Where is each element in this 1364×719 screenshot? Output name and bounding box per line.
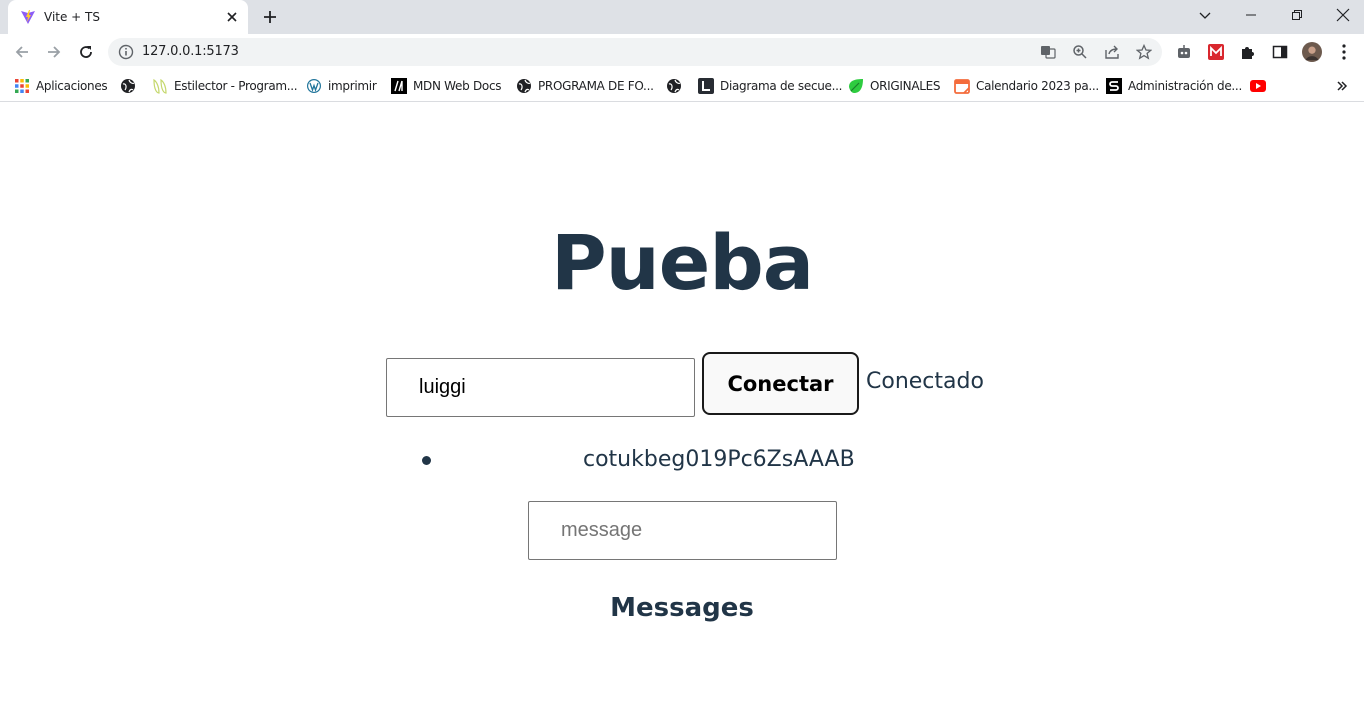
mdn-icon bbox=[391, 78, 407, 94]
globe-icon bbox=[121, 79, 135, 93]
s-logo-icon bbox=[1106, 78, 1122, 94]
bookmark-calendario[interactable]: Calendario 2023 pa... bbox=[954, 76, 1099, 96]
restore-icon[interactable] bbox=[1274, 0, 1320, 30]
forward-icon[interactable] bbox=[43, 41, 65, 63]
message-input[interactable] bbox=[528, 501, 837, 560]
translate-icon[interactable] bbox=[1040, 44, 1056, 60]
minimize-icon[interactable] bbox=[1228, 0, 1274, 30]
bookmark-estilector[interactable]: Estilector - Program... bbox=[152, 76, 298, 96]
bookmark-mdn[interactable]: MDN Web Docs bbox=[391, 76, 502, 96]
messages-heading: Messages bbox=[610, 593, 754, 623]
address-bar[interactable]: 127.0.0.1:5173 bbox=[108, 38, 1162, 66]
close-icon[interactable] bbox=[224, 9, 240, 25]
star-icon[interactable] bbox=[1136, 44, 1152, 60]
bookmark-imprimir[interactable]: imprimir bbox=[306, 76, 377, 96]
url-text: 127.0.0.1:5173 bbox=[142, 44, 239, 59]
calendar-icon bbox=[954, 79, 970, 94]
bookmark-label: Estilector - Program... bbox=[174, 79, 298, 93]
browser-tab[interactable]: Vite + TS bbox=[8, 0, 248, 34]
leaf-icon bbox=[849, 79, 863, 93]
robot-extension-icon[interactable] bbox=[1174, 42, 1194, 62]
apps-grid-icon bbox=[15, 79, 29, 93]
bookmark-label: Diagrama de secue... bbox=[720, 79, 843, 93]
zoom-icon[interactable] bbox=[1072, 44, 1088, 60]
connection-status: Conectado bbox=[866, 369, 984, 394]
tab-search-icon[interactable] bbox=[1182, 0, 1228, 30]
connect-button[interactable]: Conectar bbox=[702, 352, 859, 415]
bookmarks-bar: Aplicaciones Estilector - Program... imp… bbox=[0, 70, 1364, 102]
bookmark-administracion[interactable]: Administración de... bbox=[1106, 76, 1242, 96]
bookmark-label: Calendario 2023 pa... bbox=[976, 79, 1099, 93]
bookmark-label: PROGRAMA DE FO... bbox=[538, 79, 654, 93]
client-id-list-item: cotukbeg019Pc6ZsAAAB bbox=[583, 447, 855, 472]
reload-icon[interactable] bbox=[75, 41, 97, 63]
window-close-icon[interactable] bbox=[1320, 0, 1364, 30]
wordpress-icon bbox=[307, 79, 321, 93]
globe-icon bbox=[667, 79, 681, 93]
vite-logo-icon bbox=[21, 10, 35, 24]
username-input[interactable] bbox=[386, 358, 695, 417]
browser-toolbar: 127.0.0.1:5173 bbox=[0, 34, 1364, 70]
bookmark-youtube[interactable] bbox=[1250, 76, 1266, 96]
list-bullet bbox=[422, 456, 431, 465]
profile-avatar[interactable] bbox=[1302, 42, 1322, 62]
bookmark-label: Aplicaciones bbox=[36, 79, 108, 93]
bookmark-label: ORIGINALES bbox=[870, 79, 941, 93]
estilector-icon bbox=[153, 78, 167, 94]
new-tab-icon[interactable] bbox=[260, 7, 280, 27]
globe-icon bbox=[517, 79, 531, 93]
info-icon[interactable] bbox=[118, 44, 134, 60]
bookmark-globe-2[interactable] bbox=[666, 76, 682, 96]
bookmark-aplicaciones[interactable]: Aplicaciones bbox=[14, 76, 108, 96]
tab-strip: Vite + TS bbox=[0, 0, 1364, 34]
bookmark-originales[interactable]: ORIGINALES bbox=[848, 76, 941, 96]
youtube-icon bbox=[1250, 80, 1266, 92]
mega-extension-icon[interactable] bbox=[1206, 42, 1226, 62]
bookmark-globe-1[interactable] bbox=[120, 76, 136, 96]
page-content: Pueba Conectar Conectado cotukbeg019Pc6Z… bbox=[0, 103, 1364, 719]
bookmark-diagrama[interactable]: Diagrama de secue... bbox=[698, 76, 842, 96]
lucidchart-icon bbox=[698, 78, 714, 94]
page-title: Pueba bbox=[550, 218, 814, 307]
back-icon[interactable] bbox=[11, 41, 33, 63]
menu-kebab-icon[interactable] bbox=[1334, 42, 1354, 62]
bookmark-programa[interactable]: PROGRAMA DE FO... bbox=[516, 76, 654, 96]
side-panel-icon[interactable] bbox=[1270, 42, 1290, 62]
bookmark-label: MDN Web Docs bbox=[413, 79, 502, 93]
bookmarks-overflow-icon[interactable] bbox=[1336, 76, 1348, 96]
share-icon[interactable] bbox=[1104, 44, 1120, 60]
bookmark-label: imprimir bbox=[328, 79, 377, 93]
tab-title: Vite + TS bbox=[44, 10, 100, 24]
extensions-puzzle-icon[interactable] bbox=[1238, 42, 1258, 62]
bookmark-label: Administración de... bbox=[1128, 79, 1242, 93]
